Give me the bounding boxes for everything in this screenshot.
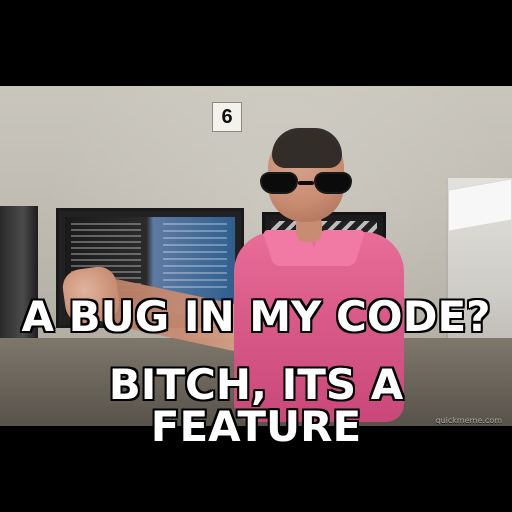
person <box>60 122 410 426</box>
left-hand <box>60 264 122 326</box>
watermark: quickmeme.com <box>435 416 502 425</box>
sunglasses-icon <box>260 172 352 196</box>
sunglasses-right-lens <box>314 172 352 194</box>
meme-frame: 6 A BUG IN MY CODE? BITCH, ITS A FEATURE… <box>0 0 512 512</box>
sunglasses-left-lens <box>260 172 298 194</box>
photo: 6 <box>0 86 512 426</box>
sunglasses-bridge <box>298 181 314 185</box>
hair <box>272 128 342 168</box>
